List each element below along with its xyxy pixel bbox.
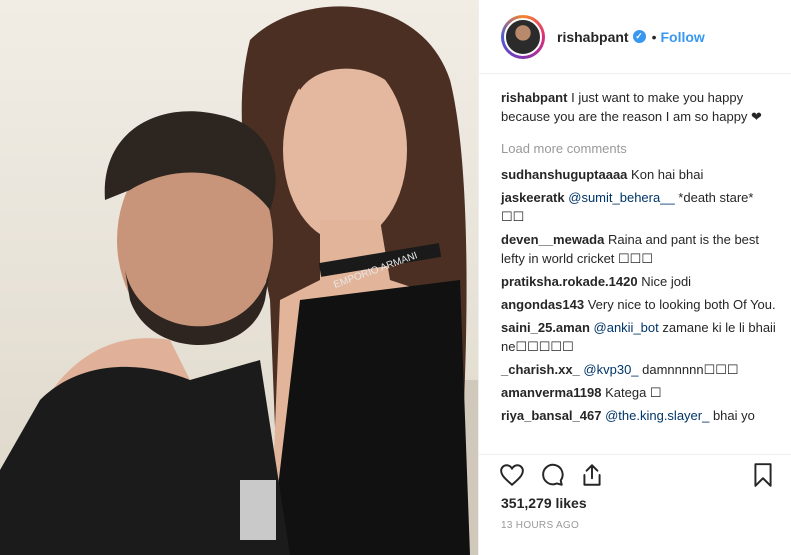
comment-mention[interactable]: @ankii_bot — [594, 320, 659, 335]
comment-text: Very nice to looking both Of You. — [587, 297, 776, 312]
likes-count[interactable]: 351,279 likes — [501, 495, 587, 511]
verified-badge-icon: ✓ — [632, 30, 646, 43]
post-header: rishabpant ✓ • Follow — [479, 0, 791, 74]
comment-mention[interactable]: @sumit_behera__ — [568, 190, 674, 205]
caption-username[interactable]: rishabpant — [501, 90, 567, 105]
post-photo[interactable]: EMPORIO ARMANI — [0, 0, 478, 555]
comment-text: Katega ☐ — [605, 385, 662, 400]
post-side-panel: rishabpant ✓ • Follow rishabpant I just … — [478, 0, 791, 555]
comment-item: angondas143 Very nice to looking both Of… — [501, 295, 776, 314]
comment-text: bhai yo — [709, 408, 755, 423]
comment-item: amanverma1198 Katega ☐ — [501, 383, 776, 402]
comment-icon[interactable] — [539, 462, 565, 488]
comment-mention[interactable]: @kvp30_ — [583, 362, 638, 377]
instagram-post: EMPORIO ARMANI rishabpant ✓ • Follow ris… — [0, 0, 791, 555]
comment-mention[interactable]: @the.king.slayer_ — [605, 408, 709, 423]
comment-username[interactable]: amanverma1198 — [501, 385, 601, 400]
bookmark-icon[interactable] — [750, 462, 776, 488]
comment-item: sudhanshuguptaaaa Kon hai bhai — [501, 165, 776, 184]
comment-item: riya_bansal_467 @the.king.slayer_ bhai y… — [501, 406, 776, 425]
post-timestamp: 13 HOURS AGO — [501, 520, 580, 531]
share-icon[interactable] — [579, 462, 605, 488]
comment-text: Nice jodi — [641, 274, 692, 289]
comment-username[interactable]: jaskeeratk — [501, 190, 565, 205]
comment-item: saini_25.aman @ankii_bot zamane ki le li… — [501, 318, 776, 356]
post-actions-bar — [479, 454, 791, 494]
comment-username[interactable]: deven__mewada — [501, 232, 604, 247]
comment-item: pratiksha.rokade.1420 Nice jodi — [501, 272, 776, 291]
avatar-image — [504, 17, 542, 56]
header-username[interactable]: rishabpant — [557, 29, 629, 45]
comment-username[interactable]: riya_bansal_467 — [501, 408, 601, 423]
comment-username[interactable]: pratiksha.rokade.1420 — [501, 274, 638, 289]
comment-text: damnnnnn☐☐☐ — [638, 362, 739, 377]
heart-icon[interactable] — [499, 462, 525, 488]
comment-username[interactable]: saini_25.aman — [501, 320, 590, 335]
comment-username[interactable]: _charish.xx_ — [501, 362, 580, 377]
comment-item: _charish.xx_ @kvp30_ damnnnnn☐☐☐ — [501, 360, 776, 379]
photo-illustration: EMPORIO ARMANI — [0, 6, 478, 555]
comments-section: rishabpant I just want to make you happy… — [479, 74, 791, 454]
comment-item: jaskeeratk @sumit_behera__ *death stare*… — [501, 188, 776, 226]
post-caption: rishabpant I just want to make you happy… — [501, 88, 776, 126]
load-more-comments-button[interactable]: Load more comments — [501, 141, 776, 156]
comment-username[interactable]: angondas143 — [501, 297, 584, 312]
header-separator: • — [651, 28, 657, 45]
avatar[interactable] — [501, 14, 545, 59]
comment-username[interactable]: sudhanshuguptaaaa — [501, 167, 627, 182]
comment-text: Kon hai bhai — [631, 167, 704, 182]
follow-button[interactable]: Follow — [660, 29, 704, 45]
comment-item: deven__mewada Raina and pant is the best… — [501, 230, 776, 268]
